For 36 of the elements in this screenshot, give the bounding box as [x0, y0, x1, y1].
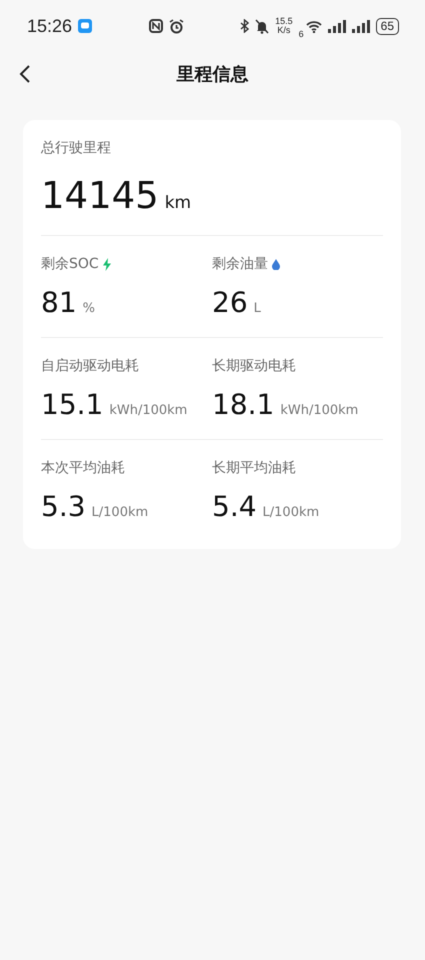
unit-label: % [82, 301, 95, 316]
muted-bell-icon [255, 18, 270, 34]
unit-label: kWh/100km [109, 403, 188, 418]
clock: 15:26 [27, 16, 72, 36]
stat-value: 15.1 [41, 388, 104, 421]
wifi-icon [306, 20, 322, 32]
battery-level: 65 [376, 18, 400, 34]
chat-icon [78, 19, 92, 33]
stat-label: 长期驱动电耗 [212, 357, 296, 375]
stat-label: 总行驶里程 [41, 139, 112, 158]
stat-value: 14145 [41, 174, 159, 217]
unit-label: L/100km [262, 505, 320, 520]
unit-label: km [164, 193, 192, 213]
stat-label: 剩余SOC [41, 255, 99, 273]
signal-icon [352, 20, 370, 32]
stat-label: 本次平均油耗 [41, 459, 125, 477]
signal-icon [328, 20, 346, 32]
lightning-icon [102, 258, 111, 270]
stat-label: 长期平均油耗 [212, 459, 296, 477]
stat-label: 自启动驱动电耗 [41, 357, 139, 375]
stat-value: 18.1 [212, 388, 274, 421]
bluetooth-icon [240, 19, 250, 33]
network-speed: 15.5 K/s [275, 17, 293, 35]
alarm-clock-icon [168, 18, 184, 34]
stat-value: 26 [212, 286, 248, 319]
stat-value: 81 [41, 286, 77, 319]
unit-label: L [254, 301, 261, 316]
stat-value: 5.3 [41, 490, 86, 523]
page-title: 里程信息 [176, 63, 248, 86]
unit-label: L/100km [92, 505, 148, 520]
stat-label: 剩余油量 [212, 255, 268, 273]
unit-label: kWh/100km [280, 403, 358, 418]
water-drop-icon [272, 258, 280, 270]
wifi-standard-label: 6 [298, 29, 304, 39]
stat-value: 5.4 [212, 490, 257, 523]
nfc-icon [148, 19, 163, 33]
